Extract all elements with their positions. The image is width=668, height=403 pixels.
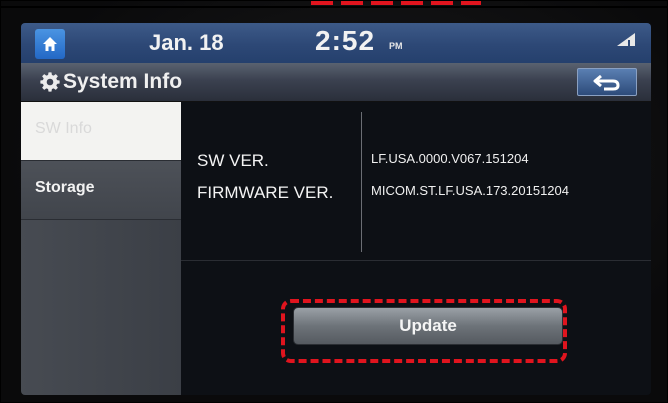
- sidebar-menu: SW Info Storage: [21, 102, 181, 395]
- clock-period: PM: [389, 41, 403, 51]
- firmware-version-label: FIRMWARE VER.: [197, 183, 334, 202]
- top-highlight-fragment: [311, 1, 481, 5]
- update-highlight-box: [281, 299, 567, 363]
- signal-icon: [617, 33, 635, 46]
- sidebar-item-storage[interactable]: Storage: [21, 161, 181, 220]
- sw-version-label: SW VER.: [197, 151, 269, 170]
- firmware-version-value: MICOM.ST.LF.USA.173.20151204: [371, 183, 569, 198]
- sidebar-item-sw-info[interactable]: SW Info: [21, 102, 181, 161]
- title-bar: System Info: [21, 63, 651, 102]
- frame-top-line: [1, 6, 667, 8]
- status-bar: Jan. 18 2:52 PM: [21, 23, 651, 63]
- home-icon: [43, 37, 57, 51]
- sidebar-item-label: Storage: [35, 179, 95, 196]
- page-title: System Info: [63, 70, 183, 93]
- date-text: Jan. 18: [149, 30, 224, 55]
- gear-icon: [40, 72, 60, 92]
- home-button[interactable]: [35, 29, 65, 59]
- sw-version-value: LF.USA.0000.V067.151204: [371, 151, 529, 166]
- photo-frame: Jan. 18 2:52 PM System Info SW Info Stor…: [0, 0, 668, 403]
- clock-time: 2:52: [315, 25, 376, 56]
- back-arrow-icon: [593, 74, 620, 91]
- sidebar-item-label: SW Info: [35, 120, 92, 137]
- back-button[interactable]: [577, 68, 637, 96]
- column-divider: [361, 112, 362, 252]
- section-divider: [181, 260, 651, 261]
